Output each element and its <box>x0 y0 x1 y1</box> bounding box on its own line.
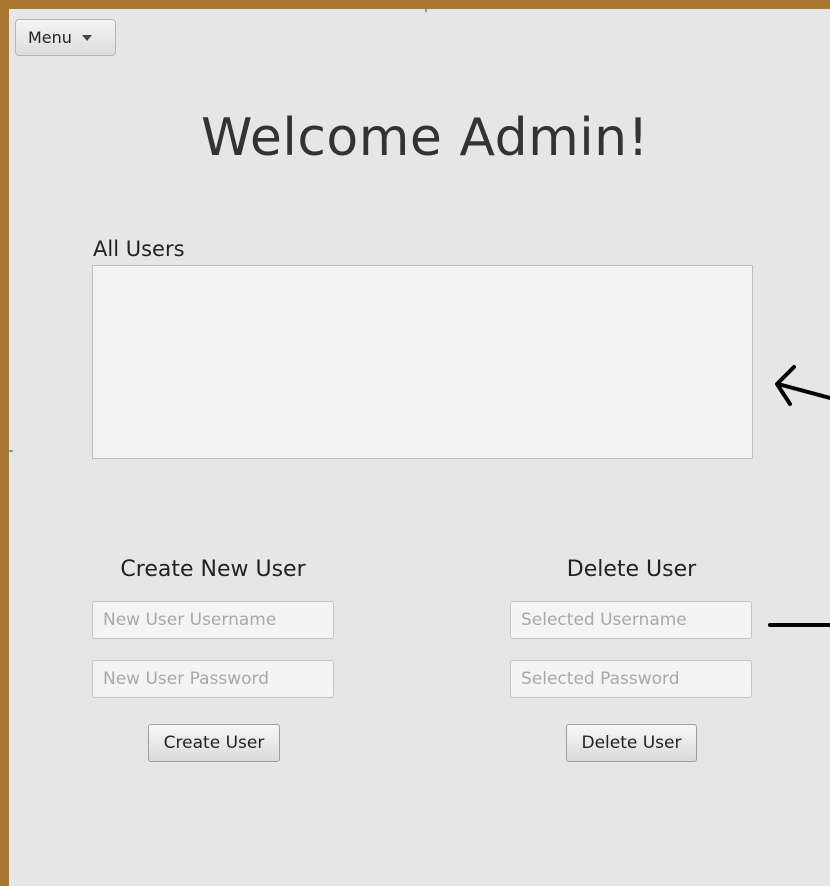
menu-button[interactable]: Menu <box>15 19 116 56</box>
arrow-left-icon <box>775 365 830 406</box>
delete-user-heading: Delete User <box>566 557 697 582</box>
page-title: Welcome Admin! <box>201 108 649 168</box>
create-user-button[interactable]: Create User <box>148 724 280 762</box>
new-password-field[interactable] <box>92 660 334 698</box>
corner-marker <box>425 9 427 12</box>
all-users-label: All Users <box>93 237 185 261</box>
corner-marker <box>9 450 13 452</box>
annotation-overlay <box>768 365 830 627</box>
new-username-field[interactable] <box>92 601 334 639</box>
users-list[interactable] <box>92 265 753 459</box>
delete-user-button[interactable]: Delete User <box>566 724 697 762</box>
create-user-heading: Create New User <box>120 557 306 582</box>
selected-username-field[interactable] <box>510 601 752 639</box>
selected-password-field[interactable] <box>510 660 752 698</box>
caret-down-icon <box>81 34 92 41</box>
menu-label: Menu <box>28 28 72 47</box>
